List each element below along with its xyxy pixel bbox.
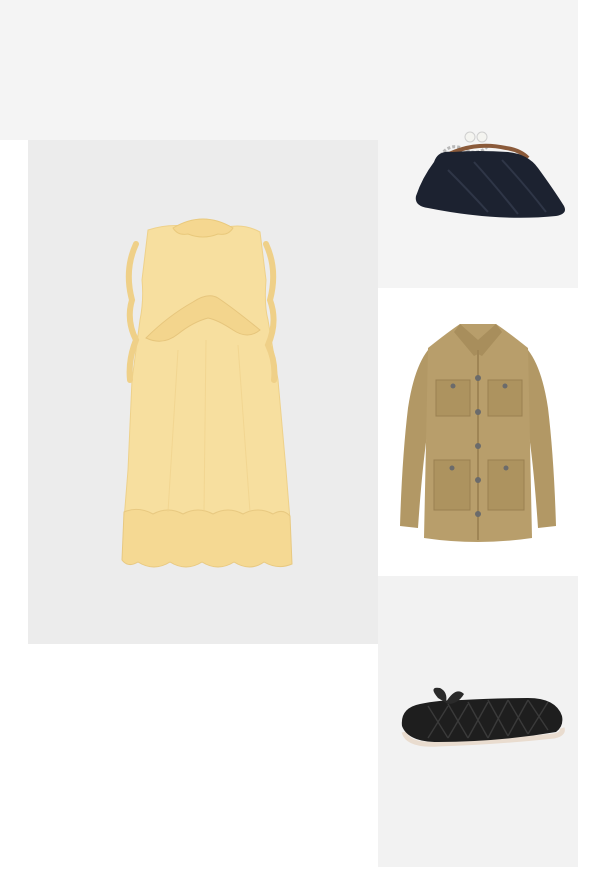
ballet-flat-icon [401,687,565,747]
jacket-icon [400,324,556,542]
background-panel-top-left [0,0,378,140]
dress-icon [121,218,293,568]
product-tile-clutch-bag[interactable]: Black pleated clutch bag [378,0,578,288]
product-tile-ballet-flat[interactable]: Black woven ballet flat [378,576,578,867]
clutch-bag-icon [415,131,565,218]
product-tile-jacket[interactable]: Khaki field jacket [378,288,578,576]
product-tile-dress[interactable]: Yellow ruffle sleeveless dress [28,140,378,644]
